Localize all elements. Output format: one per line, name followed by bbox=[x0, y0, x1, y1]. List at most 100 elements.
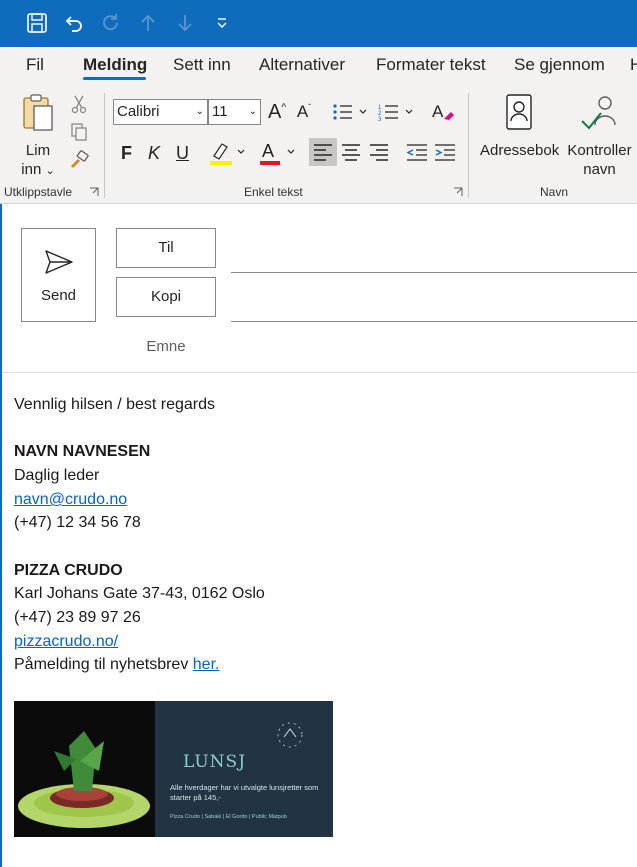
cc-button[interactable]: Kopi bbox=[116, 277, 216, 317]
tab-insert[interactable]: Sett inn bbox=[173, 55, 231, 75]
newsletter-link[interactable]: her. bbox=[193, 656, 220, 673]
underline-button[interactable]: U bbox=[176, 143, 189, 163]
address-book-button[interactable]: Adressebok bbox=[480, 91, 560, 177]
to-field[interactable] bbox=[231, 272, 637, 273]
quick-access-toolbar bbox=[0, 0, 637, 47]
header-separator bbox=[2, 372, 637, 373]
align-left-button[interactable] bbox=[309, 138, 337, 166]
increase-indent-button[interactable] bbox=[431, 138, 459, 166]
italic-button[interactable]: K bbox=[148, 143, 160, 163]
decrease-indent-button[interactable] bbox=[403, 138, 431, 166]
format-painter-icon[interactable] bbox=[68, 149, 90, 171]
banner-footer: Pizza Crudo | Sabaki | El Gordo | Public… bbox=[170, 814, 287, 820]
numbering-button[interactable]: 123 bbox=[376, 99, 416, 125]
customize-toolbar-icon[interactable] bbox=[209, 10, 235, 36]
tab-help[interactable]: H bbox=[630, 55, 637, 75]
basic-text-launcher-icon[interactable] bbox=[452, 186, 464, 198]
clear-formatting-icon: A bbox=[432, 102, 454, 121]
check-names-label: Kontroller navn bbox=[567, 142, 632, 178]
address-book-label: Adressebok bbox=[480, 142, 560, 159]
cut-icon[interactable] bbox=[68, 93, 90, 115]
ribbon: Lim inn ⌄ Utklippstavle Calibri ⌄ 11 ⌄ A… bbox=[0, 85, 637, 204]
clipboard-icon bbox=[23, 94, 53, 131]
bullets-button[interactable] bbox=[330, 99, 370, 125]
redo-icon[interactable] bbox=[98, 10, 124, 36]
group-label-names: Navn bbox=[540, 185, 569, 199]
font-name-value: Calibri bbox=[117, 103, 160, 120]
signature-role: Daglig leder bbox=[14, 467, 100, 484]
decrease-indent-icon bbox=[406, 144, 427, 161]
outlook-compose-window: Fil Melding Sett inn Alternativer Format… bbox=[0, 0, 637, 867]
align-center-icon bbox=[342, 144, 360, 161]
signature-name: NAVN NAVNESEN bbox=[14, 443, 151, 460]
numbered-list-icon: 123 bbox=[378, 105, 413, 122]
tab-options[interactable]: Alternativer bbox=[259, 55, 345, 75]
to-button[interactable]: Til bbox=[116, 228, 216, 268]
chevron-down-icon: ⌄ bbox=[195, 106, 204, 117]
tab-file[interactable]: Fil bbox=[26, 55, 44, 75]
banner-text: Alle hverdager har vi utvalgte lunsjrett… bbox=[170, 783, 319, 802]
send-button[interactable]: Send bbox=[21, 228, 96, 322]
tab-review[interactable]: Se gjennom bbox=[514, 55, 605, 75]
font-color-icon: A bbox=[260, 141, 295, 165]
cc-field[interactable] bbox=[231, 321, 637, 322]
newsletter-text: Påmelding til nyhetsbrev bbox=[14, 656, 193, 673]
svg-text:3: 3 bbox=[378, 117, 382, 122]
svg-text:A: A bbox=[432, 102, 444, 121]
company-website-link[interactable]: pizzacrudo.no/ bbox=[14, 633, 118, 651]
tab-message[interactable]: Melding bbox=[83, 55, 147, 75]
grow-font-icon: A^ bbox=[267, 100, 287, 123]
paste-label: Lim inn ⌄ bbox=[21, 142, 55, 178]
send-icon bbox=[45, 250, 73, 274]
svg-text:A: A bbox=[262, 141, 274, 161]
newsletter-line: Påmelding til nyhetsbrev her. bbox=[14, 656, 219, 674]
group-separator bbox=[104, 93, 105, 198]
check-names-button[interactable]: Kontroller navn bbox=[562, 91, 637, 178]
lunch-banner-image: LUNSJ Alle hverdager har vi utvalgte lun… bbox=[14, 701, 333, 837]
tab-format-text[interactable]: Formater tekst bbox=[376, 55, 486, 75]
font-name-dropdown[interactable]: Calibri ⌄ bbox=[113, 99, 208, 125]
company-name: PIZZA CRUDO bbox=[14, 562, 123, 579]
restaurant-logo-icon bbox=[277, 722, 303, 748]
signature-phone: (+47) 12 34 56 78 bbox=[14, 514, 141, 531]
font-size-value: 11 bbox=[212, 103, 228, 120]
group-label-clipboard: Utklippstavle bbox=[4, 185, 73, 199]
address-book-icon bbox=[506, 94, 532, 130]
arrow-down-icon[interactable] bbox=[172, 10, 198, 36]
align-left-icon bbox=[314, 144, 332, 161]
clear-formatting-button[interactable]: A bbox=[430, 99, 456, 125]
highlight-button[interactable] bbox=[206, 139, 250, 167]
bold-button[interactable]: F bbox=[121, 143, 132, 163]
align-right-button[interactable] bbox=[365, 138, 393, 166]
group-label-basic-text: Enkel tekst bbox=[244, 185, 303, 199]
check-names-icon bbox=[581, 96, 616, 130]
company-phone: (+47) 23 89 97 26 bbox=[14, 609, 141, 626]
paste-button[interactable]: Lim inn ⌄ bbox=[18, 91, 58, 178]
font-size-dropdown[interactable]: 11 ⌄ bbox=[208, 99, 261, 125]
shrink-font-button[interactable]: Aˇ bbox=[292, 99, 316, 125]
save-icon[interactable] bbox=[24, 10, 50, 36]
food-photo bbox=[14, 701, 155, 837]
align-right-icon bbox=[370, 144, 388, 161]
align-center-button[interactable] bbox=[337, 138, 365, 166]
chevron-down-icon: ⌄ bbox=[248, 106, 257, 117]
highlighter-icon bbox=[210, 143, 245, 165]
window-left-border bbox=[0, 204, 2, 867]
grow-font-button[interactable]: A^ bbox=[265, 99, 289, 125]
group-separator bbox=[468, 93, 469, 198]
shrink-font-icon: Aˇ bbox=[296, 102, 312, 121]
company-address: Karl Johans Gate 37-43, 0162 Oslo bbox=[14, 585, 265, 602]
copy-icon[interactable] bbox=[68, 121, 90, 143]
arrow-up-icon[interactable] bbox=[135, 10, 161, 36]
clipboard-launcher-icon[interactable] bbox=[88, 186, 100, 198]
font-color-button[interactable]: A bbox=[256, 139, 300, 167]
subject-label: Emne bbox=[146, 338, 186, 355]
greeting-line: Vennlig hilsen / best regards bbox=[14, 396, 216, 413]
signature-email-link[interactable]: navn@crudo.no bbox=[14, 491, 127, 509]
active-tab-indicator bbox=[83, 77, 146, 80]
undo-icon[interactable] bbox=[61, 10, 87, 36]
increase-indent-icon bbox=[435, 144, 455, 161]
banner-title: LUNSJ bbox=[183, 752, 247, 772]
bullet-list-icon bbox=[333, 104, 367, 120]
send-label: Send bbox=[40, 287, 77, 304]
